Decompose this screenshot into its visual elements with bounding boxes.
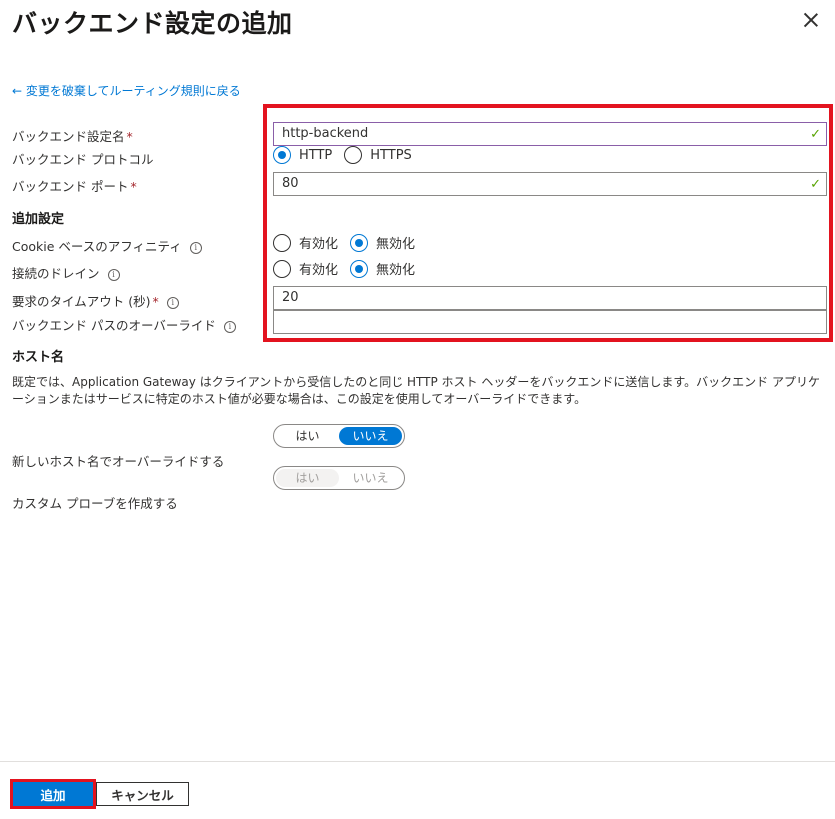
radio-empty-icon [273, 259, 291, 278]
port-input[interactable]: 80 ✓ [273, 172, 827, 196]
protocol-radio-group: HTTP HTTPS [273, 146, 424, 164]
host-description: 既定では、Application Gateway はクライアントから受信したのと… [12, 375, 820, 406]
radio-selected-icon [273, 146, 291, 164]
toggle-yes[interactable]: はい [276, 427, 339, 445]
timeout-input[interactable]: 20 [273, 286, 827, 310]
info-icon[interactable]: i [107, 269, 120, 281]
host-name-heading: ホスト名 [12, 350, 65, 365]
toggle-no[interactable]: いいえ [339, 427, 402, 445]
cookie-affinity-label: Cookie ベースのアフィニティ i [12, 236, 202, 255]
add-button[interactable]: 追加 [13, 782, 93, 806]
path-override-input[interactable] [273, 310, 827, 334]
additional-settings-heading: 追加設定 [12, 212, 65, 227]
radio-selected-icon [350, 233, 369, 252]
drain-enable-radio[interactable]: 有効化 [273, 259, 338, 278]
host-override-toggle[interactable]: はい いいえ [273, 424, 405, 448]
drain-disable-radio[interactable]: 無効化 [350, 259, 415, 278]
protocol-https-radio[interactable]: HTTPS [344, 146, 412, 164]
name-input[interactable]: http-backend ✓ [273, 122, 827, 146]
name-label: バックエンド設定名 * [12, 129, 133, 144]
valid-check-icon: ✓ [810, 127, 821, 142]
radio-selected-icon [350, 259, 369, 278]
close-icon[interactable] [800, 10, 822, 32]
valid-check-icon: ✓ [810, 177, 821, 192]
radio-empty-icon [273, 233, 291, 252]
panel-title: バックエンド設定の追加 [12, 9, 293, 38]
cancel-button[interactable]: キャンセル [96, 782, 189, 806]
discard-back-link[interactable]: ← 変更を破棄してルーティング規則に戻る [12, 82, 241, 99]
info-icon[interactable]: i [223, 321, 236, 333]
path-override-label: バックエンド パスのオーバーライド i [12, 315, 236, 334]
cookie-enable-radio[interactable]: 有効化 [273, 233, 338, 252]
drain-radio-group: 有効化 無効化 [273, 259, 427, 278]
port-label: バックエンド ポート * [12, 179, 137, 194]
connection-drain-label: 接続のドレイン i [12, 263, 120, 282]
add-button-highlight: 追加 [10, 779, 96, 809]
custom-probe-toggle: はい いいえ [273, 466, 405, 490]
timeout-label: 要求のタイムアウト (秒) * i [12, 291, 179, 310]
protocol-label: バックエンド プロトコル [12, 152, 154, 167]
cookie-disable-radio[interactable]: 無効化 [350, 233, 415, 252]
custom-probe-label: カスタム プローブを作成する [12, 496, 178, 511]
host-override-label: 新しいホスト名でオーバーライドする [12, 454, 225, 469]
info-icon[interactable]: i [166, 297, 179, 309]
footer-divider [0, 761, 835, 762]
toggle-no: いいえ [352, 471, 389, 485]
radio-empty-icon [344, 146, 363, 164]
cookie-radio-group: 有効化 無効化 [273, 233, 427, 252]
toggle-yes: はい [276, 469, 339, 487]
info-icon[interactable]: i [189, 242, 202, 254]
protocol-http-radio[interactable]: HTTP [273, 146, 332, 164]
